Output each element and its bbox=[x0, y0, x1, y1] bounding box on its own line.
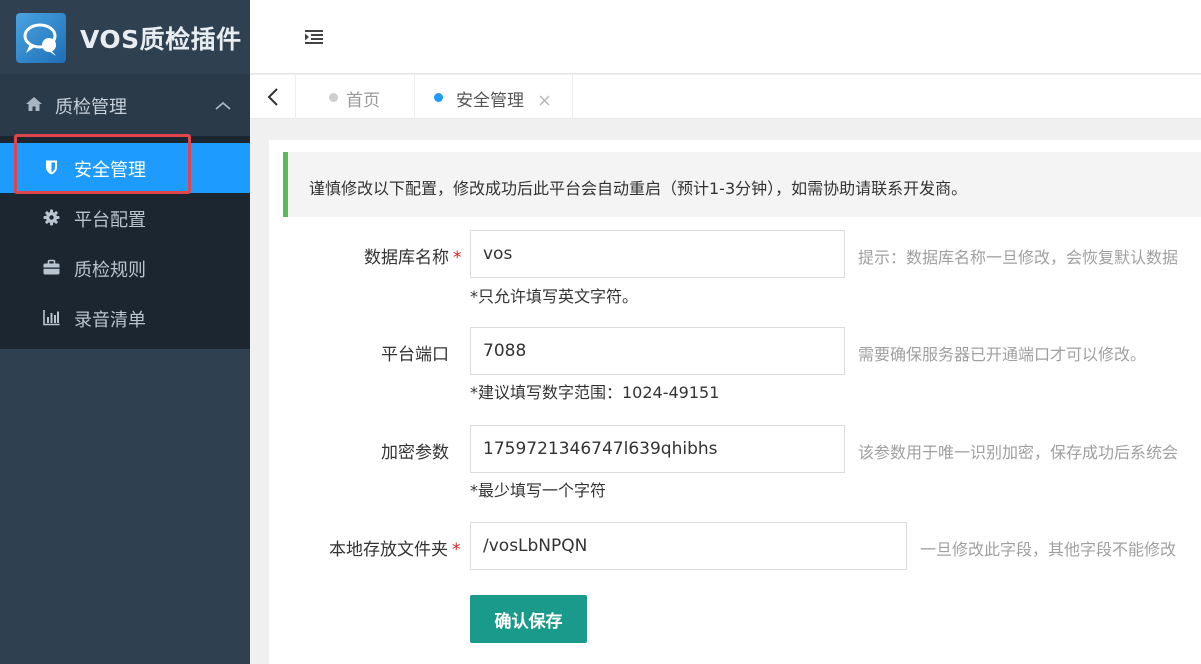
sidebar-item-recordings[interactable]: 录音清单 bbox=[0, 293, 250, 343]
platform-port-label: 平台端口 bbox=[381, 345, 449, 365]
tab-status-dot bbox=[434, 93, 443, 102]
sidebar-item-label: 录音清单 bbox=[74, 310, 146, 331]
local-folder-input[interactable] bbox=[470, 522, 907, 570]
db-name-label: 数据库名称 * bbox=[364, 248, 462, 268]
tab-label: 首页 bbox=[346, 91, 380, 111]
required-mark: * bbox=[452, 540, 461, 560]
sidebar-item-label: 平台配置 bbox=[74, 210, 146, 231]
encryption-param-input[interactable] bbox=[470, 425, 845, 473]
encryption-param-label: 加密参数 bbox=[381, 443, 449, 463]
notice-text: 谨慎修改以下配置，修改成功后此平台会自动重启（预计1-3分钟），如需协助请联系开… bbox=[309, 179, 968, 198]
settings-panel: 谨慎修改以下配置，修改成功后此平台会自动重启（预计1-3分钟），如需协助请联系开… bbox=[269, 140, 1201, 664]
briefcase-icon bbox=[43, 259, 60, 276]
sidebar-item-quality-rules[interactable]: 质检规则 bbox=[0, 243, 250, 293]
home-icon bbox=[25, 96, 43, 116]
tab-security-management[interactable]: 安全管理 bbox=[415, 75, 573, 119]
gear-icon bbox=[43, 209, 60, 226]
platform-port-note: *建议填写数字范围：1024-49151 bbox=[470, 383, 720, 402]
platform-port-hint: 需要确保服务器已开通端口才可以修改。 bbox=[858, 345, 1147, 364]
tab-label: 安全管理 bbox=[456, 91, 524, 111]
tab-scroll-left-button[interactable] bbox=[250, 75, 296, 119]
highlight-annotation bbox=[14, 134, 191, 194]
tab-bar: 首页 安全管理 bbox=[250, 75, 1201, 119]
local-folder-label: 本地存放文件夹 * bbox=[329, 540, 461, 560]
save-button[interactable]: 确认保存 bbox=[470, 595, 587, 643]
sidebar-item-platform-config[interactable]: 平台配置 bbox=[0, 193, 250, 243]
encryption-param-note: *最少填写一个字符 bbox=[470, 481, 607, 500]
top-header bbox=[250, 0, 1201, 74]
required-mark: * bbox=[453, 248, 462, 268]
sidebar-group-label: 质检管理 bbox=[55, 97, 127, 118]
db-name-hint: 提示：数据库名称一旦修改，会恢复默认数据 bbox=[858, 248, 1179, 267]
bar-chart-icon bbox=[43, 309, 60, 326]
local-folder-hint: 一旦修改此字段，其他字段不能修改 bbox=[920, 540, 1177, 559]
logo-icon bbox=[16, 13, 66, 63]
db-name-note: *只允许填写英文字符。 bbox=[470, 287, 639, 306]
brand-header: VOS质检插件 bbox=[0, 0, 250, 74]
warning-notice: 谨慎修改以下配置，修改成功后此平台会自动重启（预计1-3分钟），如需协助请联系开… bbox=[283, 152, 1201, 217]
sidebar-group-quality-management[interactable]: 质检管理 bbox=[0, 74, 250, 136]
sidebar-item-label: 质检规则 bbox=[74, 260, 146, 281]
sidebar: VOS质检插件 质检管理 安全管理 平台配置 质检规则 录音清单 bbox=[0, 0, 250, 664]
tab-status-dot bbox=[329, 93, 338, 102]
chevron-left-icon bbox=[267, 88, 278, 106]
brand-title: VOS质检插件 bbox=[80, 25, 242, 54]
db-name-input[interactable] bbox=[470, 230, 845, 278]
encryption-param-hint: 该参数用于唯一识别加密，保存成功后系统会 bbox=[858, 443, 1179, 462]
menu-toggle-icon[interactable] bbox=[305, 29, 323, 49]
close-icon[interactable] bbox=[539, 91, 550, 110]
platform-port-input[interactable] bbox=[470, 327, 845, 375]
tab-home[interactable]: 首页 bbox=[296, 75, 415, 119]
chevron-up-icon[interactable] bbox=[215, 96, 231, 115]
